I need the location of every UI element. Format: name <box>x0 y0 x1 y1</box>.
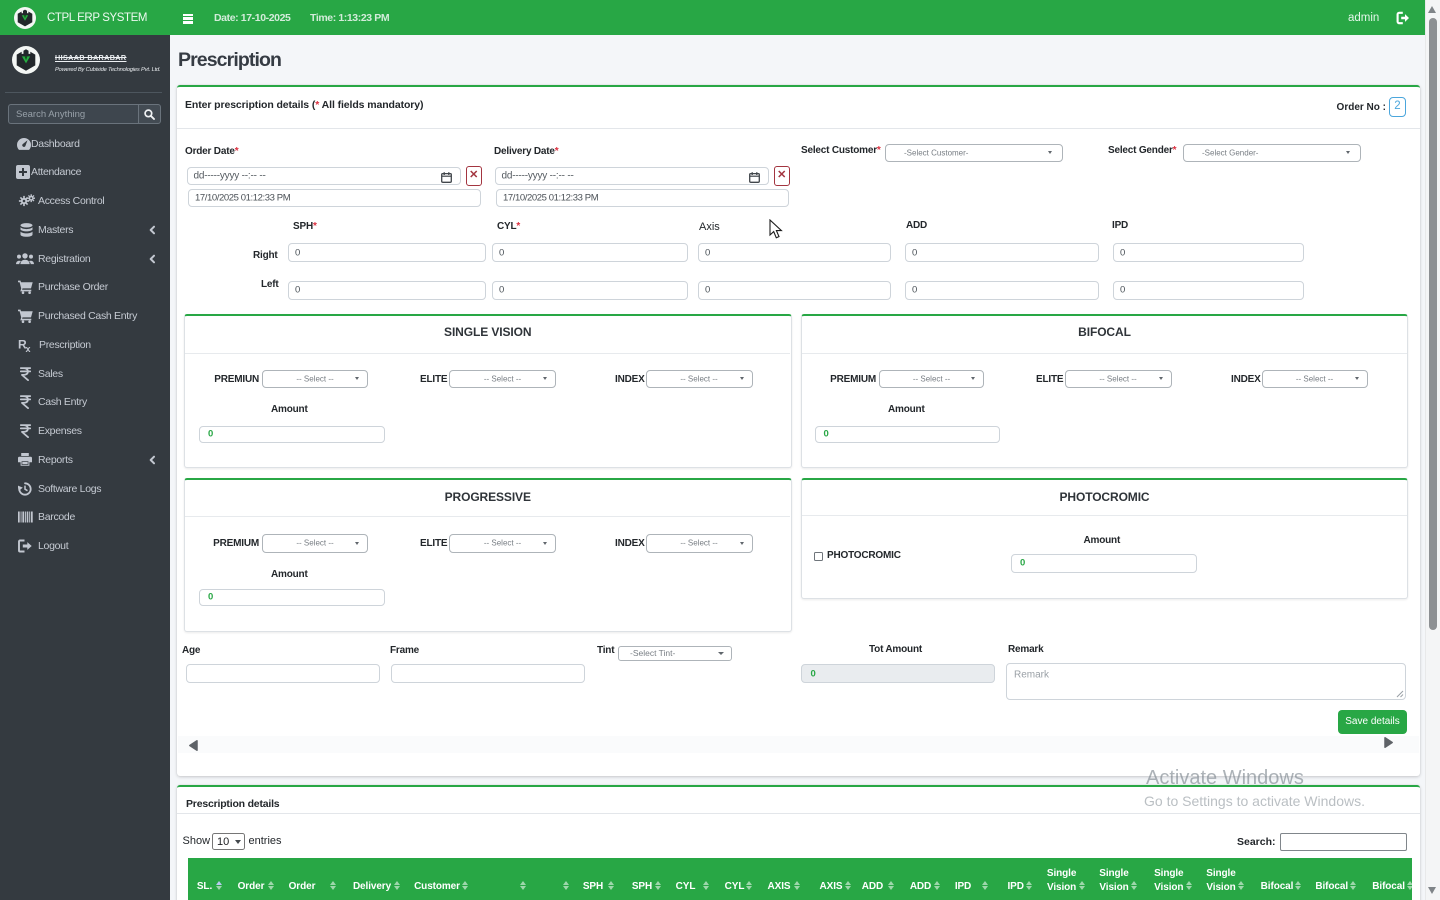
svg-text:x: x <box>26 344 31 353</box>
